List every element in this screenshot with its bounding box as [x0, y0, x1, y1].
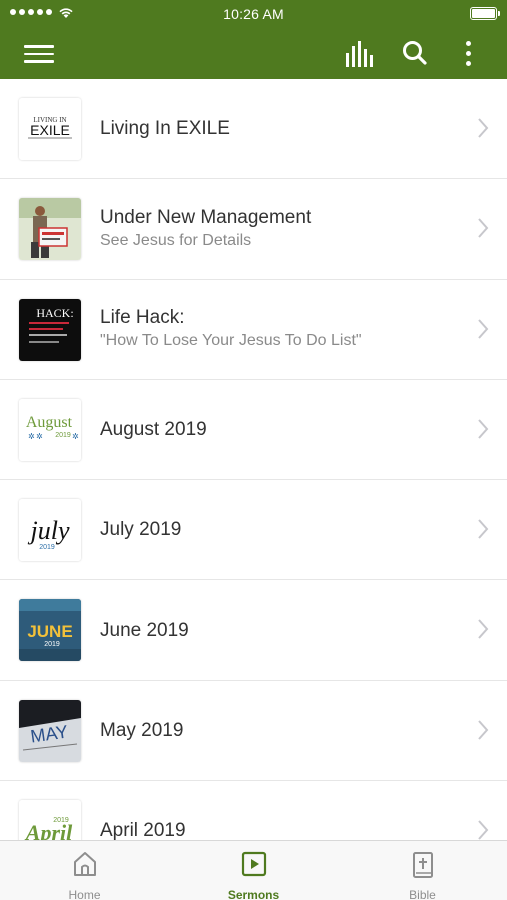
chevron-right-icon [478, 318, 489, 339]
tab-bible[interactable]: Bible [338, 841, 507, 900]
series-artwork: july 2019 [19, 499, 81, 562]
list-item[interactable]: August 2019 ✲ ✲ ✲ August 2019 [0, 380, 507, 481]
chevron-right-icon [478, 519, 489, 539]
tab-home[interactable]: Home [0, 841, 169, 900]
list-item[interactable]: july 2019 July 2019 [0, 480, 507, 581]
svg-text:✲: ✲ [36, 432, 43, 441]
sermon-title: Living In EXILE [100, 118, 230, 140]
chevron-right-icon [478, 419, 489, 439]
play-square-icon [241, 851, 266, 877]
series-artwork: LIVING IN EXILE [19, 98, 81, 160]
chevron-right-icon [478, 820, 489, 840]
artwork-text: JUNE [27, 622, 72, 641]
series-artwork: August 2019 ✲ ✲ ✲ [19, 398, 81, 461]
bible-icon [412, 852, 433, 878]
menu-icon[interactable] [24, 41, 54, 65]
battery-icon [470, 7, 500, 20]
series-artwork [19, 198, 81, 261]
status-bar: 10:26 AM [0, 0, 507, 28]
artwork-text: 2019 [55, 432, 71, 439]
series-artwork: 2019 April [19, 800, 81, 840]
list-item[interactable]: LIVING IN EXILE Living In EXILE [0, 79, 507, 180]
sermon-title: June 2019 [100, 619, 189, 641]
sermon-title: May 2019 [100, 719, 184, 741]
artwork-text: 2019 [44, 641, 60, 648]
sermon-title: Under New Management [100, 206, 312, 228]
chevron-right-icon [478, 118, 489, 138]
status-time: 10:26 AM [223, 6, 284, 22]
chevron-right-icon [478, 720, 489, 740]
svg-text:✲: ✲ [72, 432, 79, 441]
sermon-subtitle: "How To Lose Your Jesus To Do List" [100, 332, 362, 350]
tab-sermons[interactable]: Sermons [169, 841, 338, 900]
equalizer-icon[interactable] [344, 41, 376, 67]
chevron-right-icon [478, 218, 489, 238]
sermon-subtitle: See Jesus for Details [100, 231, 252, 249]
svg-text:✲: ✲ [28, 432, 35, 441]
sermon-title: July 2019 [100, 519, 182, 541]
series-artwork: HACK: [19, 298, 81, 361]
series-artwork: MAY [19, 699, 81, 762]
sermon-title: Life Hack: [100, 307, 185, 329]
list-item[interactable]: JUNE 2019 June 2019 [0, 580, 507, 681]
artwork-text: EXILE [30, 122, 70, 138]
header: 10:26 AM [0, 0, 507, 79]
artwork-text: 2019 [39, 544, 55, 551]
list-item[interactable]: Under New Management See Jesus for Detai… [0, 179, 507, 280]
artwork-text: April [24, 820, 73, 840]
list-item[interactable]: 2019 April April 2019 [0, 781, 507, 840]
home-icon [73, 852, 96, 876]
series-artwork: JUNE 2019 [19, 599, 81, 662]
artwork-text: HACK: [36, 306, 73, 320]
more-vert-icon[interactable] [460, 39, 476, 67]
artwork-text: August [26, 414, 73, 431]
sermon-title: April 2019 [100, 820, 186, 840]
search-icon[interactable] [401, 39, 429, 67]
chevron-right-icon [478, 619, 489, 640]
tab-bar: Home Sermons Bible [0, 840, 507, 900]
sermon-list: LIVING IN EXILE Living In EXILE Under Ne… [0, 79, 507, 840]
list-item[interactable]: MAY May 2019 [0, 681, 507, 782]
tab-label: Home [68, 888, 101, 900]
tab-label: Bible [409, 888, 436, 900]
tab-label: Sermons [227, 888, 280, 900]
artwork-text: july [28, 516, 70, 545]
sermon-title: August 2019 [100, 419, 207, 441]
list-item[interactable]: HACK: Life Hack: "How To Lose Your Jesus… [0, 280, 507, 380]
app-bar [0, 28, 507, 79]
